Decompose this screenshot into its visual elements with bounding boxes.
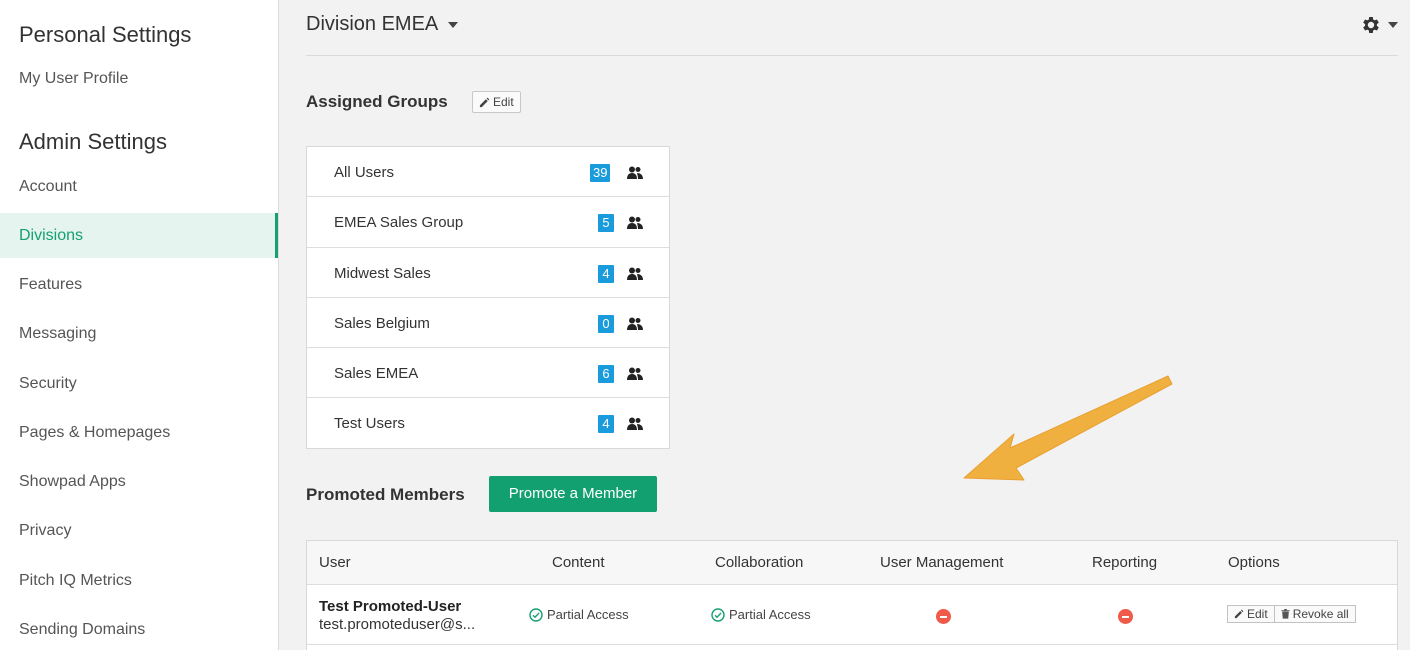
- collaboration-access: Partial Access: [711, 607, 811, 622]
- sidebar-item-privacy[interactable]: Privacy: [0, 508, 278, 553]
- no-access-icon: [936, 609, 951, 624]
- personal-settings-heading: Personal Settings: [19, 22, 192, 47]
- promoted-members-title: Promoted Members: [306, 485, 465, 504]
- column-header-content: Content: [552, 554, 605, 571]
- group-row-sales-belgium[interactable]: Sales Belgium 0: [307, 298, 669, 349]
- promoted-members-table: User Content Collaboration User Manageme…: [306, 540, 1398, 650]
- admin-settings-heading: Admin Settings: [19, 129, 167, 154]
- sidebar-item-divisions[interactable]: Divisions: [0, 213, 278, 258]
- top-bar: Division EMEA: [306, 0, 1398, 56]
- column-header-options: Options: [1228, 554, 1280, 571]
- sidebar: Personal Settings My User Profile Admin …: [0, 0, 279, 650]
- column-header-collaboration: Collaboration: [715, 554, 804, 571]
- member-count-badge: 39: [590, 164, 611, 182]
- group-name: Test Users: [334, 415, 405, 433]
- revoke-all-button[interactable]: Revoke all: [1274, 605, 1356, 623]
- table-header: User Content Collaboration User Manageme…: [307, 541, 1397, 585]
- gear-icon: [1363, 17, 1379, 33]
- group-name: Midwest Sales: [334, 264, 431, 282]
- sidebar-item-pitch-iq-metrics[interactable]: Pitch IQ Metrics: [0, 558, 278, 603]
- sidebar-item-features[interactable]: Features: [0, 262, 278, 307]
- group-row-test-users[interactable]: Test Users 4: [307, 398, 669, 448]
- pencil-icon: [1234, 609, 1244, 619]
- sidebar-item-security[interactable]: Security: [0, 361, 278, 406]
- column-header-user-management: User Management: [880, 554, 1004, 571]
- sidebar-item-account[interactable]: Account: [0, 164, 278, 209]
- sidebar-item-messaging[interactable]: Messaging: [0, 311, 278, 356]
- edit-label: Edit: [493, 95, 514, 109]
- check-circle-icon: [529, 607, 543, 622]
- trash-icon: [1281, 609, 1290, 619]
- group-row-emea-sales-group[interactable]: EMEA Sales Group 5: [307, 197, 669, 248]
- assigned-groups-title: Assigned Groups: [306, 92, 448, 111]
- row-options: Edit Revoke all: [1227, 605, 1356, 623]
- sidebar-item-pages-homepages[interactable]: Pages & Homepages: [0, 410, 278, 455]
- users-icon: [627, 367, 643, 384]
- revoke-label: Revoke all: [1292, 607, 1349, 621]
- column-header-user: User: [319, 554, 351, 571]
- users-icon: [627, 317, 643, 334]
- edit-groups-button[interactable]: Edit: [472, 91, 521, 113]
- annotation-arrow: [963, 375, 1173, 481]
- main-content: Division EMEA Assigned Groups Edit All U…: [306, 0, 1398, 650]
- member-email: test.promoteduser@s...: [319, 616, 476, 633]
- edit-label: Edit: [1247, 607, 1268, 621]
- division-selector[interactable]: Division EMEA: [306, 13, 459, 36]
- group-row-sales-emea[interactable]: Sales EMEA 6: [307, 348, 669, 399]
- member-count-badge: 0: [598, 314, 614, 333]
- group-name: EMEA Sales Group: [334, 214, 464, 232]
- users-icon: [627, 166, 643, 183]
- member-name: Test Promoted-User: [319, 598, 462, 615]
- group-name: All Users: [334, 164, 395, 181]
- users-icon: [627, 216, 643, 233]
- group-row-all-users[interactable]: All Users 39: [307, 147, 669, 198]
- division-name: Division EMEA: [306, 13, 439, 35]
- groups-list: All Users 39 EMEA Sales Group 5 Midwest …: [306, 146, 670, 449]
- sidebar-item-showpad-apps[interactable]: Showpad Apps: [0, 459, 278, 504]
- table-row: Test Promoted-User test.promoteduser@s..…: [307, 585, 1397, 645]
- column-header-reporting: Reporting: [1092, 554, 1158, 571]
- no-access-icon: [1118, 609, 1133, 624]
- group-name: Sales EMEA: [334, 365, 419, 383]
- users-icon: [627, 267, 643, 284]
- edit-member-button[interactable]: Edit: [1227, 605, 1275, 623]
- group-row-midwest-sales[interactable]: Midwest Sales 4: [307, 248, 669, 298]
- member-count-badge: 6: [598, 365, 614, 384]
- content-access: Partial Access: [529, 607, 629, 622]
- pencil-icon: [479, 97, 490, 107]
- access-label: Partial Access: [547, 607, 629, 622]
- promote-member-button[interactable]: Promote a Member: [489, 476, 657, 512]
- member-count-badge: 5: [598, 214, 614, 233]
- sidebar-item-sending-domains[interactable]: Sending Domains: [0, 607, 278, 650]
- users-icon: [627, 417, 643, 434]
- access-label: Partial Access: [729, 607, 811, 622]
- chevron-down-icon: [1388, 22, 1398, 28]
- check-circle-icon: [711, 607, 725, 622]
- chevron-down-icon: [448, 21, 459, 28]
- settings-menu[interactable]: [1360, 14, 1398, 36]
- sidebar-item-my-user-profile[interactable]: My User Profile: [0, 56, 278, 101]
- group-name: Sales Belgium: [334, 314, 430, 332]
- member-count-badge: 4: [598, 415, 614, 434]
- member-count-badge: 4: [598, 264, 614, 283]
